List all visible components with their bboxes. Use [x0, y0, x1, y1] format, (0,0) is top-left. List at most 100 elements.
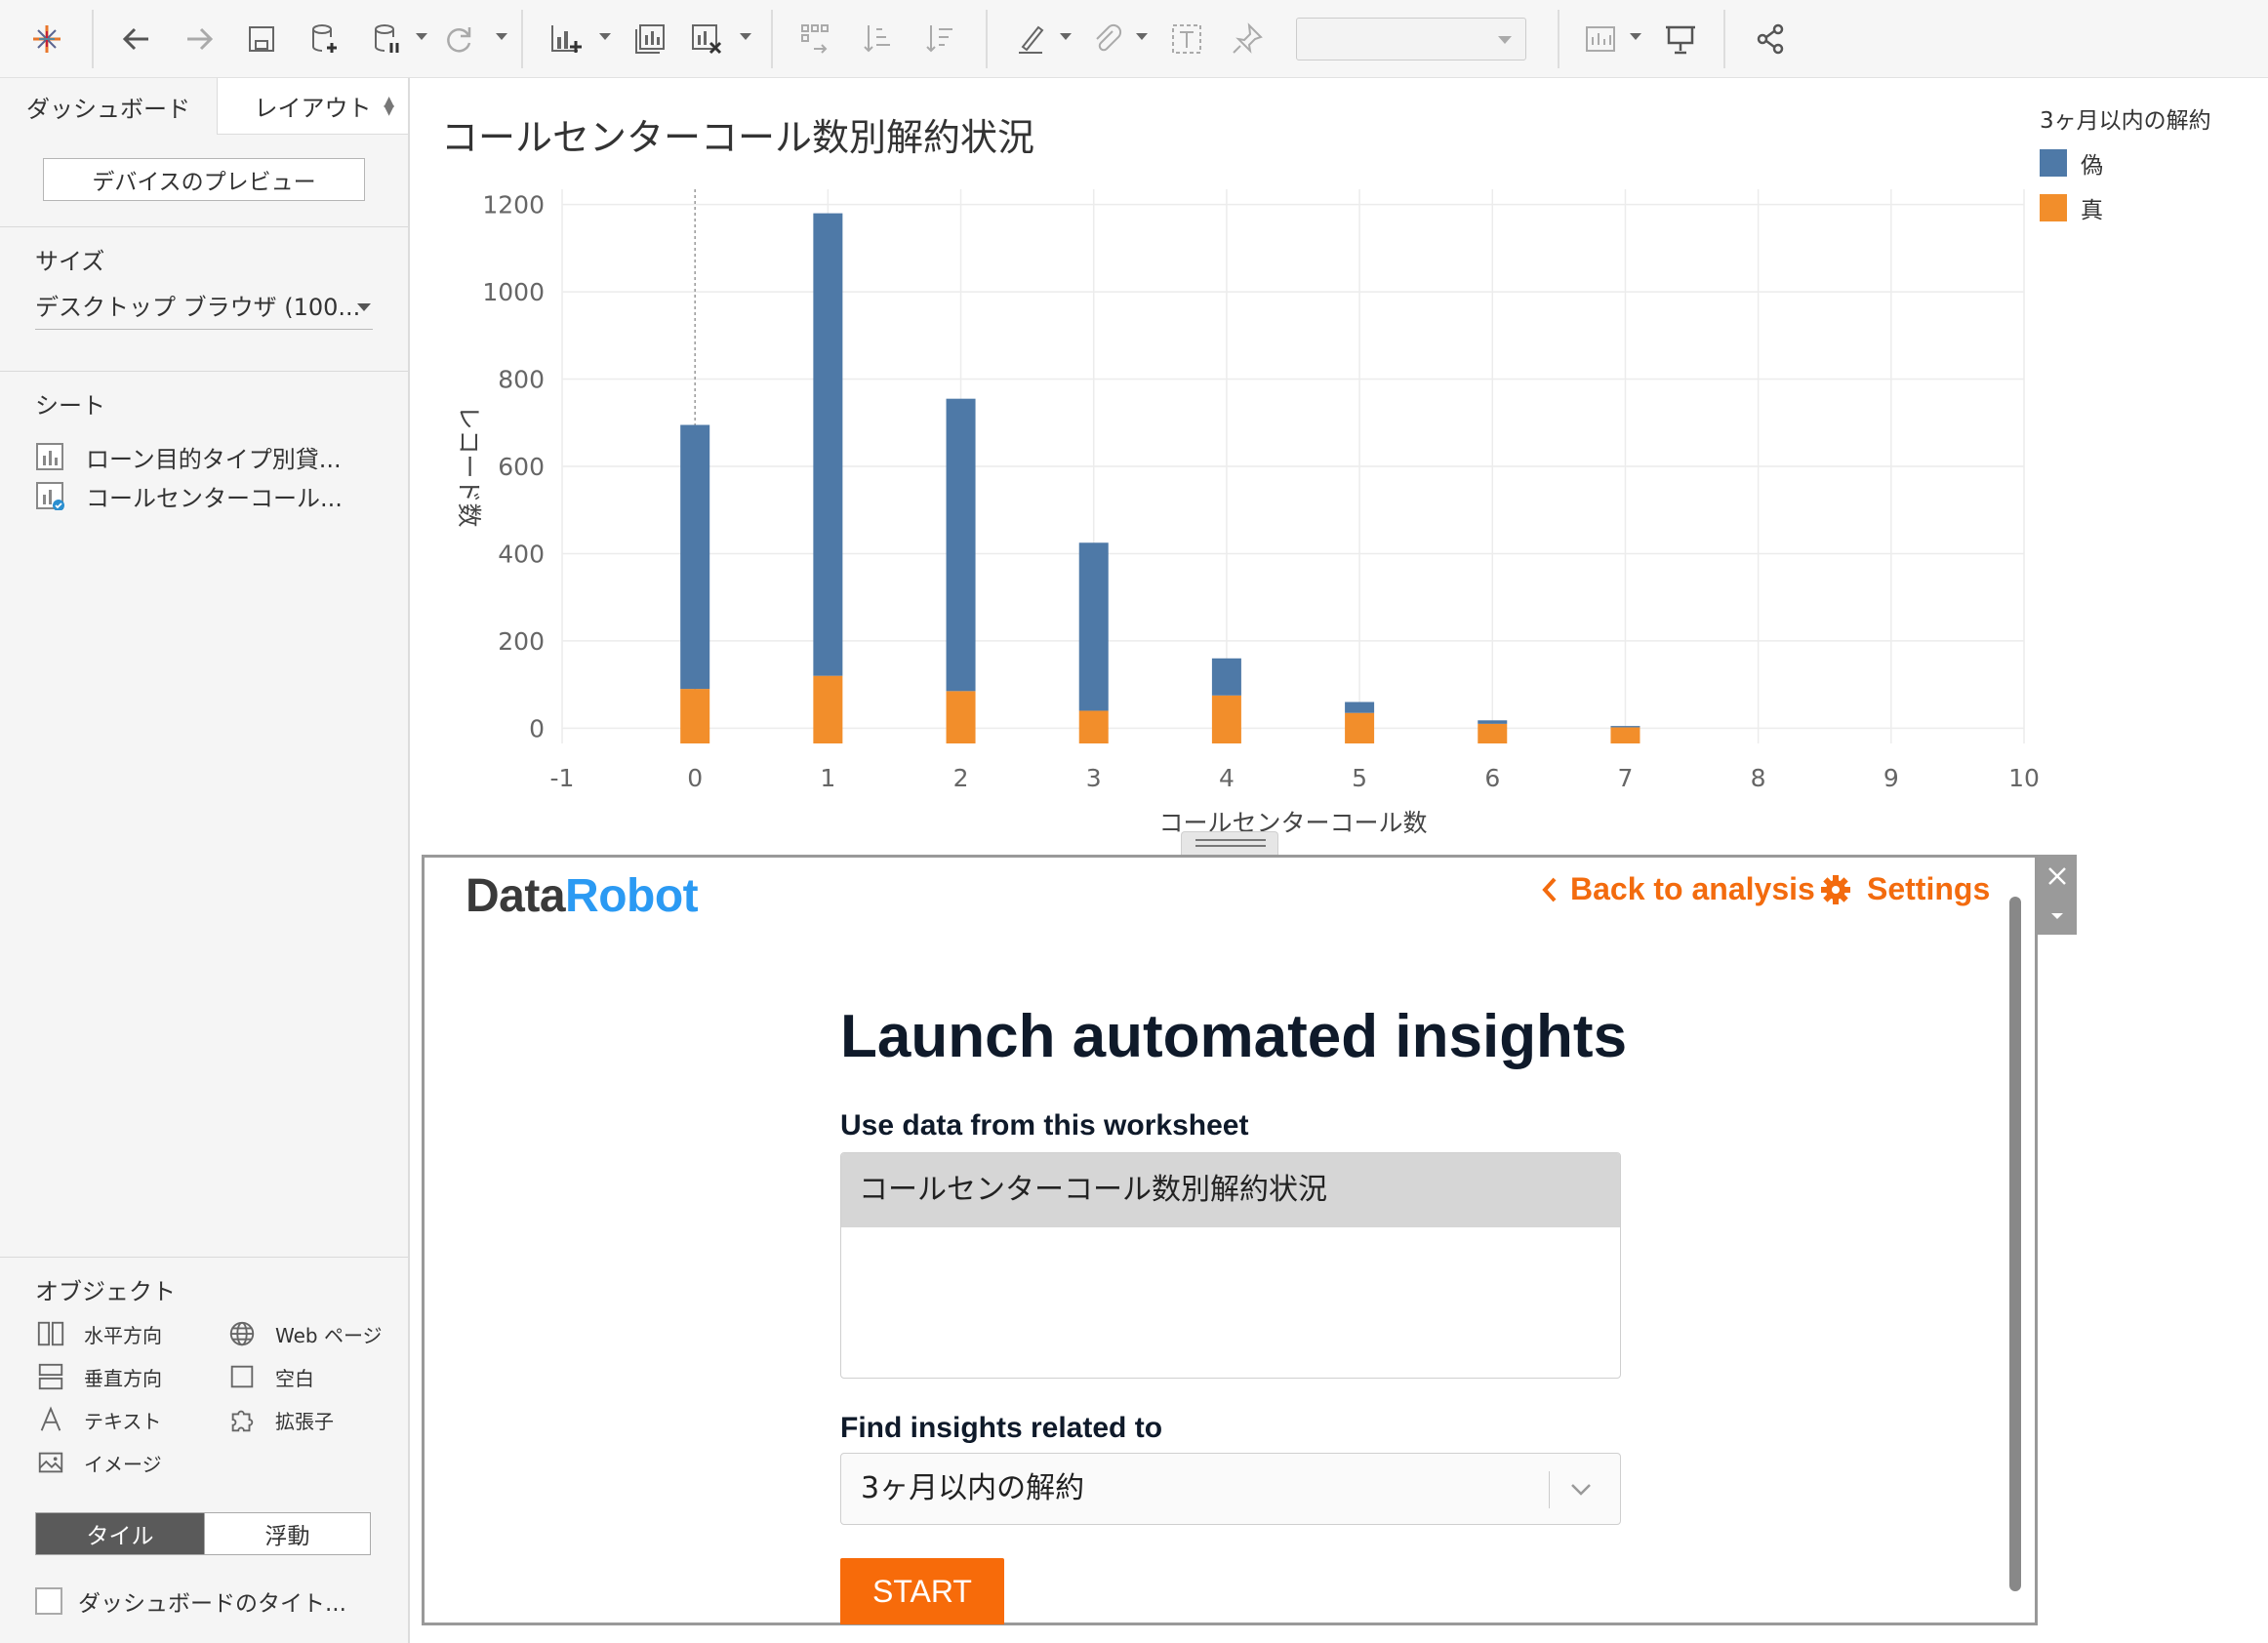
save-icon[interactable]	[238, 16, 285, 62]
back-label: Back to analysis	[1570, 871, 1815, 906]
clear-sheet-icon[interactable]	[683, 16, 730, 62]
panel-tabs: ダッシュボード レイアウト ▲ ▼	[0, 78, 410, 135]
chevron-left-icon	[1542, 877, 1557, 902]
logo-part-data: Data	[466, 870, 566, 922]
worksheet-icon	[35, 442, 64, 471]
object-blank[interactable]: 空白	[226, 1360, 314, 1393]
sort-descending-icon[interactable]	[917, 16, 964, 62]
worksheet-option[interactable]: コールセンターコール数別解約状況	[841, 1153, 1620, 1227]
target-select-value: 3ヶ月以内の解約	[861, 1471, 1085, 1505]
bar-segment-true	[1610, 727, 1640, 743]
legend-title: 3ヶ月以内の解約	[2040, 108, 2211, 134]
duplicate-sheet-icon[interactable]	[627, 16, 673, 62]
worksheet-list[interactable]: コールセンターコール数別解約状況	[840, 1152, 1621, 1379]
datarobot-logo: DataRobot	[466, 869, 699, 923]
new-datasource-icon[interactable]	[301, 16, 347, 62]
tile-button[interactable]: タイル	[36, 1513, 204, 1554]
legend-label: 真	[2081, 198, 2103, 223]
object-label: イメージ	[84, 1452, 162, 1476]
object-webpage[interactable]: Web ページ	[226, 1317, 383, 1350]
x-tick-label: 2	[953, 764, 969, 792]
tile-float-toggle: タイル 浮動	[35, 1512, 371, 1555]
bar-segment-false	[1078, 542, 1109, 711]
legend-item-false[interactable]: 偽	[2040, 146, 2211, 180]
object-vertical[interactable]: 垂直方向	[35, 1360, 162, 1393]
y-tick-label: 1200	[482, 191, 545, 220]
worksheet-used-icon	[35, 481, 64, 511]
x-tick-label: 3	[1086, 764, 1102, 792]
tab-dashboard[interactable]: ダッシュボード	[0, 78, 217, 135]
sheet-item-label: ローン目的タイプ別貸...	[86, 445, 342, 473]
tab-layout-label: レイアウト	[254, 95, 372, 122]
sheet-item-loan[interactable]: ローン目的タイプ別貸...	[35, 439, 342, 474]
bar-segment-true	[1478, 723, 1508, 743]
updown-arrows-icon: ▲ ▼	[384, 94, 394, 118]
back-arrow-icon[interactable]	[113, 16, 160, 62]
size-select[interactable]: デスクトップ ブラウザ (100...	[35, 285, 373, 330]
refresh-icon[interactable]	[435, 16, 482, 62]
bar-segment-true	[946, 691, 976, 743]
y-tick-label: 400	[498, 540, 545, 568]
bar-segment-false	[1478, 720, 1508, 724]
group-clip-icon[interactable]	[1083, 16, 1130, 62]
puzzle-piece-icon	[226, 1404, 258, 1435]
new-worksheet-icon[interactable]	[543, 16, 589, 62]
insights-target-label: Find insights related to	[840, 1412, 1163, 1444]
resize-handle[interactable]	[1181, 831, 1278, 855]
object-image[interactable]: イメージ	[35, 1446, 162, 1479]
x-tick-label: 1	[820, 764, 835, 792]
tableau-logo-icon[interactable]	[23, 16, 70, 62]
bar-segment-true	[1211, 695, 1241, 743]
object-horizontal[interactable]: 水平方向	[35, 1317, 162, 1350]
object-text[interactable]: テキスト	[35, 1403, 161, 1436]
show-me-icon[interactable]	[1577, 16, 1624, 62]
text-label-icon[interactable]	[1163, 16, 1210, 62]
settings-link[interactable]: Settings	[1820, 871, 1990, 907]
close-icon[interactable]	[2038, 859, 2077, 894]
pause-updates-icon[interactable]	[363, 16, 410, 62]
extension-scrollbar[interactable]	[2009, 897, 2021, 1591]
share-icon[interactable]	[1747, 16, 1794, 62]
object-extension[interactable]: 拡張子	[226, 1403, 334, 1436]
logo-part-robot: Robot	[565, 870, 699, 922]
fit-dropdown[interactable]	[1296, 18, 1526, 60]
x-tick-label: 6	[1484, 764, 1500, 792]
forward-arrow-icon[interactable]	[176, 16, 223, 62]
show-title-checkbox[interactable]	[35, 1587, 62, 1615]
x-tick-label: 0	[687, 764, 703, 792]
bar-segment-false	[946, 398, 976, 692]
sheet-item-callcenter[interactable]: コールセンターコール...	[35, 478, 343, 513]
device-preview-button[interactable]: デバイスのプレビュー	[43, 158, 365, 201]
chevron-down-icon	[1571, 1484, 1591, 1496]
back-to-analysis-link[interactable]: Back to analysis	[1539, 871, 1815, 907]
object-label: Web ページ	[275, 1323, 383, 1347]
y-tick-label: 800	[498, 366, 545, 394]
text-a-icon	[35, 1404, 66, 1435]
y-tick-label: 200	[498, 627, 545, 656]
extension-controls	[2038, 855, 2077, 935]
y-tick-label: 600	[498, 453, 545, 481]
presentation-icon[interactable]	[1657, 16, 1704, 62]
target-select[interactable]: 3ヶ月以内の解約	[840, 1453, 1621, 1525]
more-options-icon[interactable]	[2038, 903, 2077, 929]
start-button[interactable]: START	[840, 1558, 1004, 1624]
object-label: 空白	[275, 1366, 314, 1390]
horizontal-container-icon	[35, 1318, 66, 1349]
highlight-pen-icon[interactable]	[1007, 16, 1054, 62]
show-title-row[interactable]: ダッシュボードのタイト...	[35, 1584, 346, 1618]
sheet-item-label: コールセンターコール...	[86, 484, 343, 512]
tab-layout[interactable]: レイアウト ▲ ▼	[217, 78, 408, 135]
pin-icon[interactable]	[1224, 16, 1271, 62]
settings-label: Settings	[1867, 871, 1991, 906]
float-button[interactable]: 浮動	[204, 1513, 370, 1554]
chart-legend: 3ヶ月以内の解約 偽 真	[2040, 101, 2211, 224]
x-tick-label: -1	[550, 764, 575, 792]
sort-ascending-icon[interactable]	[855, 16, 902, 62]
object-label: 垂直方向	[84, 1366, 162, 1390]
gear-icon	[1821, 874, 1850, 904]
legend-item-true[interactable]: 真	[2040, 191, 2211, 224]
swap-rows-columns-icon[interactable]	[792, 16, 839, 62]
worksheet-label: Use data from this worksheet	[840, 1109, 1249, 1142]
bar-segment-false	[1610, 726, 1640, 728]
chart-title: コールセンターコール数別解約状況	[441, 116, 1035, 159]
